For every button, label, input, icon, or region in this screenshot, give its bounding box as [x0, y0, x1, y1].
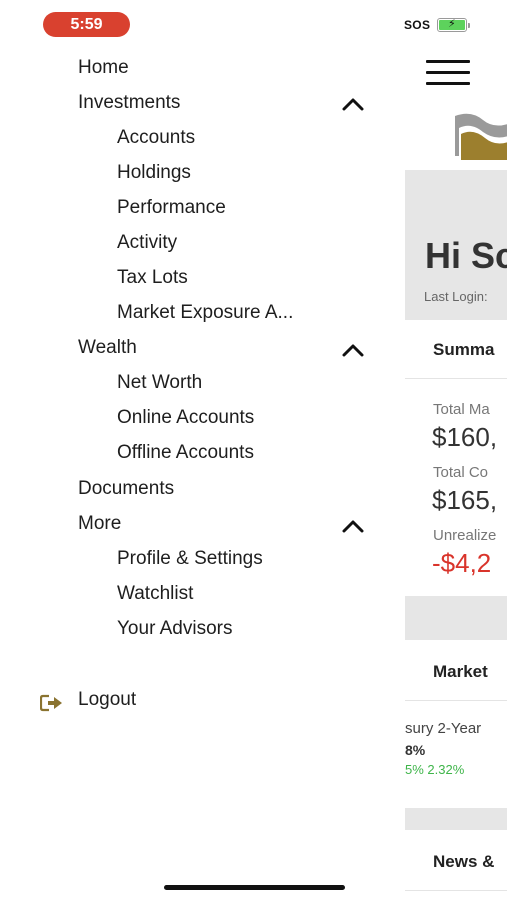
chevron-up-icon[interactable] — [341, 96, 365, 112]
stat-value: $160, — [432, 422, 498, 452]
menu-investments[interactable]: Investments — [78, 91, 180, 115]
chevron-up-icon[interactable] — [341, 342, 365, 358]
menu-documents[interactable]: Documents — [78, 477, 174, 501]
home-indicator[interactable] — [164, 885, 345, 890]
menu-accounts[interactable]: Accounts — [117, 126, 195, 150]
menu-wealth[interactable]: Wealth — [78, 336, 137, 360]
divider — [405, 378, 507, 379]
divider — [405, 890, 507, 891]
background-app-panel[interactable]: Hi Sc Last Login: Summa Total Ma $160, T… — [405, 40, 507, 900]
market-instrument-change: 5% 2.32% — [405, 762, 465, 777]
market-instrument-value: 8% — [405, 742, 426, 758]
stat-label: Total Co — [433, 464, 489, 481]
menu-logout[interactable]: Logout — [78, 688, 136, 712]
last-login-text: Last Login: — [424, 289, 488, 304]
menu-market-exposure[interactable]: Market Exposure A... — [117, 301, 293, 325]
menu-more[interactable]: More — [78, 512, 121, 536]
menu-tax-lots[interactable]: Tax Lots — [117, 266, 188, 290]
menu-activity[interactable]: Activity — [117, 231, 177, 255]
hamburger-icon[interactable] — [426, 60, 470, 90]
menu-your-advisors[interactable]: Your Advisors — [117, 617, 232, 641]
greeting-text: Hi Sc — [425, 235, 507, 276]
news-title: News & — [433, 852, 495, 871]
menu-holdings[interactable]: Holdings — [117, 161, 191, 185]
battery-cap — [468, 23, 470, 28]
divider — [405, 700, 507, 701]
stat-value-negative: -$4,2 — [432, 548, 492, 578]
section-separator — [405, 596, 507, 640]
chevron-up-icon[interactable] — [341, 518, 365, 534]
menu-watchlist[interactable]: Watchlist — [117, 582, 193, 606]
menu-profile-settings[interactable]: Profile & Settings — [117, 547, 263, 571]
menu-net-worth[interactable]: Net Worth — [117, 371, 202, 395]
menu-online-accounts[interactable]: Online Accounts — [117, 406, 254, 430]
menu-performance[interactable]: Performance — [117, 196, 226, 220]
battery-icon: ⚡ — [437, 18, 467, 32]
stat-label: Total Ma — [433, 401, 490, 418]
brand-flag-logo — [455, 113, 507, 160]
logout-icon[interactable] — [40, 694, 64, 712]
market-title: Market — [433, 662, 488, 681]
stat-value: $165, — [432, 485, 498, 515]
menu-offline-accounts[interactable]: Offline Accounts — [117, 441, 254, 465]
market-instrument-name: sury 2-Year — [405, 720, 482, 737]
menu-home[interactable]: Home — [78, 56, 129, 80]
summary-title: Summa — [433, 340, 495, 359]
section-separator — [405, 808, 507, 830]
stat-label: Unrealize — [433, 527, 497, 544]
status-time: 5:59 — [43, 12, 130, 37]
sos-indicator: SOS — [404, 18, 431, 32]
